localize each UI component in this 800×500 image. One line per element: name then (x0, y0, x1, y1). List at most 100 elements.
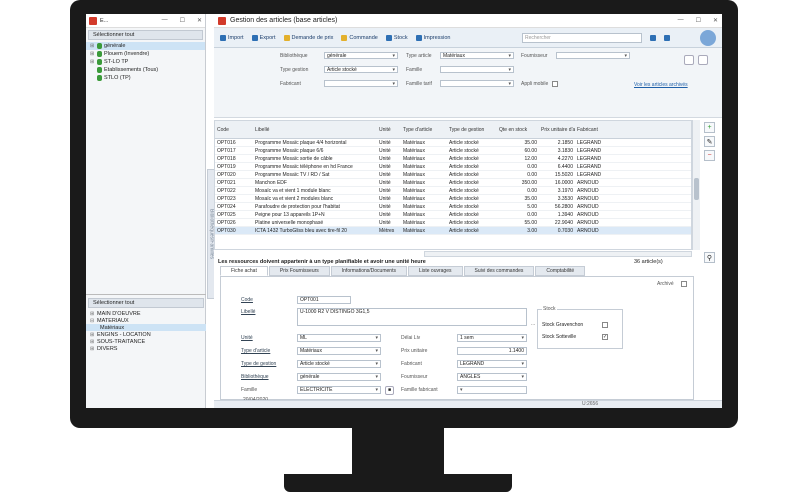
tab-orders[interactable]: Suivi des commandes (463, 266, 535, 276)
import-button[interactable]: Import (220, 34, 244, 41)
archived-articles-link[interactable]: Voir les articles archivés (634, 82, 688, 88)
column-header[interactable]: Qte en stock (497, 127, 539, 133)
manufacturer-field[interactable]: LEGRAND (457, 360, 527, 368)
tree-item[interactable]: ⊞ Plouem (Invendre) (86, 50, 205, 58)
management-type-select[interactable]: Article stocké (324, 66, 398, 73)
search-icon[interactable] (650, 34, 656, 41)
horizontal-scrollbar[interactable] (424, 251, 692, 257)
expand-icon[interactable]: ⊞ (90, 59, 95, 65)
table-row[interactable]: OPT020 Programme Mosaïc TV / RD / Sat Unit… (215, 171, 691, 179)
delay-select[interactable]: 1 sem (457, 334, 527, 342)
table-row[interactable]: OPT026 Platine universelle monophasé Unité… (215, 219, 691, 227)
table-row[interactable]: OPT017 Programme Mosaïc plaque 6/6 Unité Ma… (215, 147, 691, 155)
tab-documents[interactable]: Informations/Documents (330, 266, 407, 276)
library-field[interactable]: générale (297, 373, 381, 381)
select-all-button[interactable]: Sélectionner tout (88, 30, 203, 40)
maximize-icon[interactable]: ☐ (180, 17, 185, 24)
unit-select[interactable]: ML (297, 334, 381, 342)
expand-icon[interactable]: ⊞ (90, 339, 95, 345)
vertical-scrollbar[interactable] (692, 120, 700, 250)
library-select[interactable]: générale (324, 52, 398, 59)
select-all-button[interactable]: Sélectionner tout (88, 298, 204, 308)
column-header[interactable]: Type d'article (401, 127, 447, 133)
close-icon[interactable]: ✕ (197, 17, 202, 24)
table-row[interactable]: OPT019 Programme Mosaïc téléphone en hd F… (215, 163, 691, 171)
remove-icon[interactable]: − (704, 150, 715, 161)
price-family-select[interactable] (440, 80, 514, 87)
tree-item[interactable]: ⊞ ST-LO TP (86, 58, 205, 66)
column-header[interactable]: Fabricant (575, 127, 625, 133)
tree-item[interactable]: STLO (TP) (86, 74, 205, 82)
scroll-thumb[interactable] (694, 178, 699, 200)
refresh-icon[interactable] (698, 55, 708, 65)
tree-item[interactable]: ⊞ ENGINS - LOCATION (86, 331, 206, 338)
edit-icon[interactable]: ✎ (704, 136, 715, 147)
column-header[interactable]: Type de gestion (447, 127, 497, 133)
table-row[interactable]: OPT025 Peigne pour 13 appareils 1P+N Unité… (215, 211, 691, 219)
column-header[interactable]: Prix unitaire d'achat (539, 127, 575, 133)
archive-checkbox[interactable] (681, 281, 687, 287)
globe-icon[interactable] (700, 29, 716, 46)
stock-checkbox[interactable]: ✓ (602, 334, 608, 340)
export-button[interactable]: Export (251, 34, 276, 41)
table-cell: Article stocké (449, 187, 479, 194)
close-icon[interactable]: ✕ (713, 17, 718, 24)
print-button[interactable]: Impression (415, 34, 451, 41)
tree-item[interactable]: ⊞ générale (86, 42, 205, 50)
tree-item[interactable]: Etablissements (Tous) (86, 66, 205, 74)
table-row[interactable]: OPT021 Manchon EDF Unité Matériaux Article s… (215, 179, 691, 187)
table-row[interactable]: OPT023 Mosaïc va et vient 2 modules blanc… (215, 195, 691, 203)
minimize-icon[interactable]: — (162, 17, 168, 24)
table-row[interactable]: OPT022 Mosaïc va et vient 1 module blanc U… (215, 187, 691, 195)
expand-icon[interactable]: ⊟ (90, 318, 95, 324)
column-header[interactable]: Code (215, 127, 253, 133)
tab-purchase[interactable]: Fiche achat (220, 266, 268, 276)
expand-icon[interactable]: ⊞ (90, 346, 95, 352)
column-header[interactable]: Unité (377, 127, 401, 133)
family-select[interactable] (440, 66, 514, 73)
article-type-select[interactable]: Matériaux (440, 52, 514, 59)
stock-checkbox[interactable] (602, 322, 608, 328)
expand-icon[interactable]: ⊞ (90, 332, 95, 338)
article-type-field[interactable]: Matériaux (297, 347, 381, 355)
filter-icon[interactable] (684, 55, 694, 65)
tree-item[interactable]: ⊞ SOUS-TRAITANCE (86, 338, 206, 345)
price-field[interactable]: 1.1400 (457, 347, 527, 355)
label-field[interactable]: U-1000 R2 V DISTINGO 3G1,5 (297, 308, 527, 326)
table-row[interactable]: OPT016 Programme Mosaïc plaque 4/4 horizo… (215, 139, 691, 147)
tree-item[interactable]: ⊞ MAIN D'OEUVRE (86, 310, 206, 317)
family-picker-icon[interactable]: ■ (385, 386, 394, 395)
table-row[interactable]: OPT018 Programme Mosaïc sortie de câble Un… (215, 155, 691, 163)
order-button[interactable]: Commande (341, 34, 378, 41)
mobile-app-checkbox[interactable] (552, 81, 559, 87)
more-icon[interactable]: ... (531, 321, 535, 327)
tree-item[interactable]: ⊞ DIVERS (86, 345, 206, 352)
tab-works[interactable]: Liste ouvrages (407, 266, 463, 276)
search-input[interactable]: Rechercher (522, 32, 642, 43)
expand-icon[interactable]: ⊞ (90, 51, 95, 57)
supplier-field[interactable]: ANGLES (457, 373, 527, 381)
price-request-button[interactable]: Demande de prix (283, 34, 333, 41)
tree-item[interactable]: ⊟ MATERIAUX (86, 317, 206, 324)
expand-icon[interactable]: ⊞ (90, 43, 95, 49)
code-field[interactable]: OPT001 (297, 296, 351, 304)
family-field[interactable]: ELECTRICITE (297, 386, 381, 394)
add-icon[interactable]: + (704, 122, 715, 133)
tab-accounting[interactable]: Comptabilité (535, 266, 586, 276)
manufacturer-select[interactable] (324, 80, 398, 87)
table-row[interactable]: OPT024 Parafoudre de protection pour l'ha… (215, 203, 691, 211)
help-icon[interactable] (664, 34, 670, 41)
minimize-icon[interactable]: — (678, 17, 684, 24)
expand-icon[interactable]: ⊞ (90, 311, 95, 317)
link-icon[interactable]: ⚲ (704, 252, 715, 263)
management-type-field[interactable]: Article stocké (297, 360, 381, 368)
tab-supplier-prices[interactable]: Prix Fournisseurs (268, 266, 330, 276)
supplier-select[interactable] (556, 52, 630, 59)
maximize-icon[interactable]: ☐ (696, 17, 701, 24)
manufacturer-family-field[interactable] (457, 386, 527, 394)
stock-button[interactable]: Stock (385, 34, 408, 41)
table-row[interactable]: OPT030 ICTA 1432 TurboGliss bleu avec tir… (215, 227, 691, 235)
table-cell: Platine universelle monophasé (255, 219, 324, 226)
tree-item[interactable]: Matériaux (86, 324, 206, 331)
column-header[interactable]: Libellé (253, 127, 377, 133)
